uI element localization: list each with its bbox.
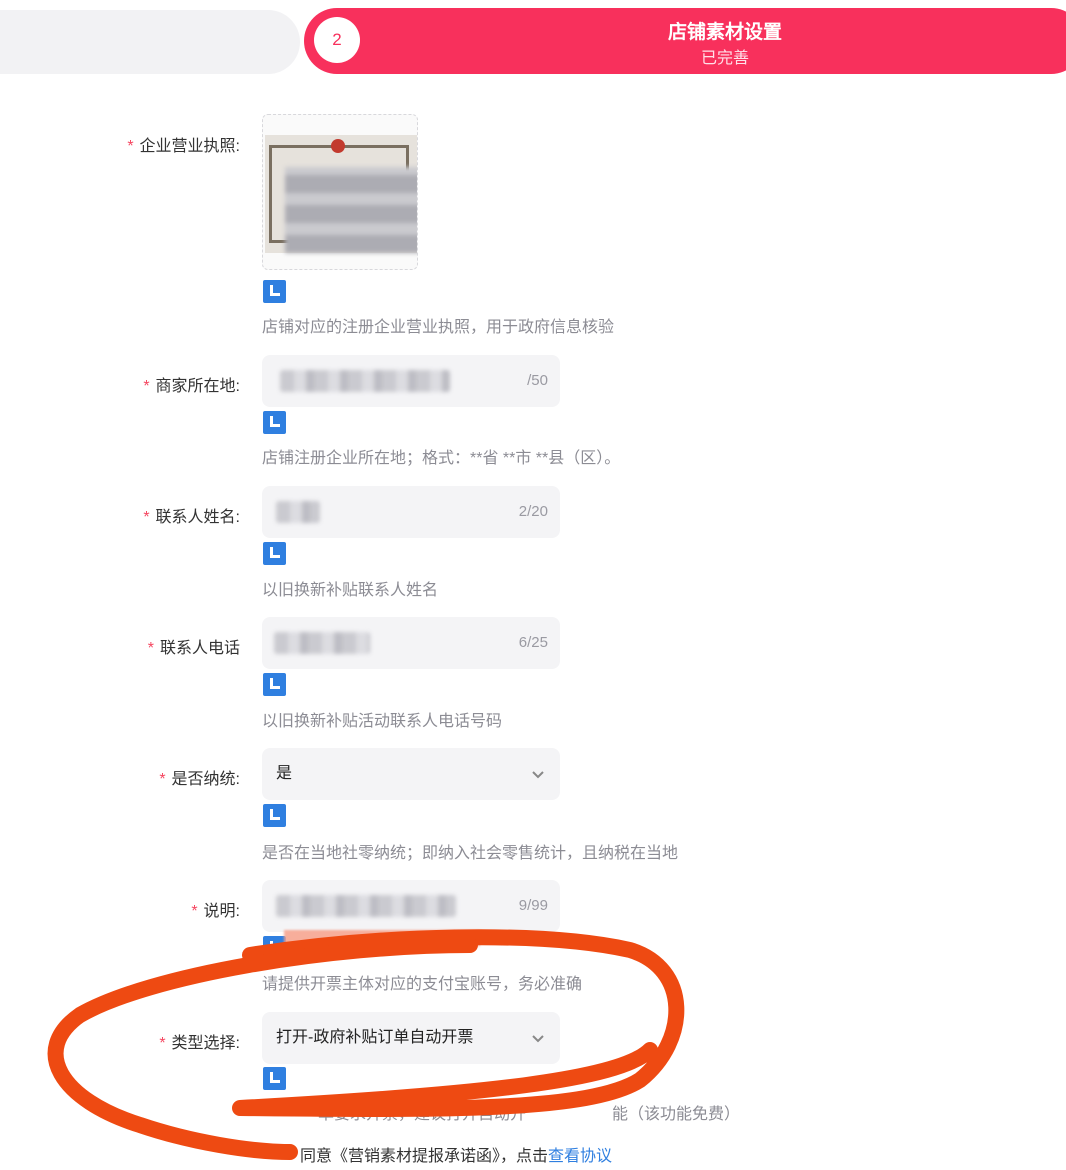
type-hint-right: 能（该功能免费） <box>612 1106 741 1123</box>
contact-name-input[interactable]: 2/20 <box>262 486 560 538</box>
license-image[interactable] <box>265 135 417 253</box>
tax-hint: 是否在当地社零纳统；即纳入社会零售统计，且纳税在当地 <box>262 845 679 862</box>
license-hint: 店铺对应的注册企业营业执照，用于政府信息核验 <box>262 319 615 336</box>
hint-icon <box>263 1067 286 1090</box>
contact-phone-label: * 联系人电话 <box>147 640 240 657</box>
agreement-text: 同意《营销素材提报承诺函》，点击查看协议 <box>300 1148 613 1165</box>
type-hint-left: 单要求开票，建议打开自动开 <box>318 1106 527 1123</box>
location-input[interactable]: /50 <box>262 355 560 407</box>
tax-select[interactable]: 是 <box>262 748 560 800</box>
contact-name-hint: 以旧换新补贴联系人姓名 <box>262 582 439 599</box>
type-select[interactable]: 打开-政府补贴订单自动开票 <box>262 1012 560 1064</box>
annotation-circle <box>47 929 685 1160</box>
hint-icon <box>263 542 286 565</box>
location-counter: /50 <box>527 372 548 389</box>
note-counter: 9/99 <box>518 897 548 914</box>
chevron-down-icon <box>532 1035 544 1043</box>
type-select-value: 打开-政府补贴订单自动开票 <box>276 1029 474 1046</box>
tax-label: * 是否纳统: <box>159 771 240 788</box>
hint-icon <box>263 936 286 959</box>
tax-select-value: 是 <box>276 765 293 782</box>
note-input[interactable]: 9/99 <box>262 880 560 932</box>
view-agreement-link[interactable]: 查看协议 <box>548 1148 612 1165</box>
license-upload[interactable] <box>262 114 418 270</box>
hint-icon <box>263 804 286 827</box>
location-hint: 店铺注册企业所在地；格式：**省 **市 **县（区）。 <box>262 450 621 467</box>
hint-icon <box>263 411 286 434</box>
step-number: 2 <box>314 17 360 63</box>
note-hint: 请提供开票主体对应的支付宝账号，务必准确 <box>262 976 583 993</box>
chevron-down-icon <box>532 771 544 779</box>
contact-name-counter: 2/20 <box>518 503 548 520</box>
note-label: * 说明: <box>191 903 240 920</box>
contact-name-label: * 联系人姓名: <box>143 509 240 526</box>
contact-phone-input[interactable]: 6/25 <box>262 617 560 669</box>
emblem-icon <box>331 139 345 153</box>
step-title: 店铺素材设置 <box>667 22 782 43</box>
type-label: * 类型选择: <box>159 1035 240 1052</box>
hint-icon <box>263 280 286 303</box>
contact-phone-hint: 以旧换新补贴活动联系人电话号码 <box>262 713 503 730</box>
contact-phone-counter: 6/25 <box>518 634 548 651</box>
step-1-tab[interactable] <box>0 10 300 74</box>
redacted-overlay <box>284 930 480 946</box>
location-label: * 商家所在地: <box>143 378 240 395</box>
license-label: * 企业营业执照: <box>127 138 240 155</box>
step-status: 已完善 <box>700 50 749 67</box>
hint-icon <box>263 673 286 696</box>
